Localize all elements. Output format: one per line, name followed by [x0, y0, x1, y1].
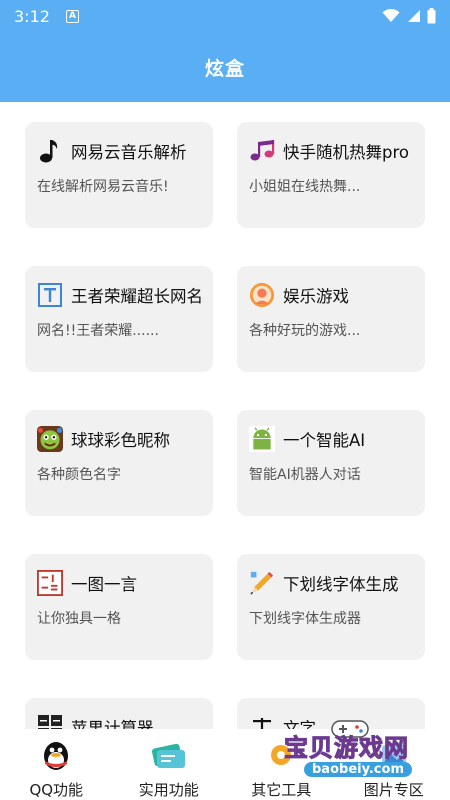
card-desc: 小姐姐在线热舞... — [249, 179, 361, 195]
text-icon — [249, 714, 275, 729]
card-title: 快手随机热舞pro — [283, 143, 409, 162]
status-badge: A — [65, 9, 79, 23]
status-icons — [382, 8, 436, 24]
card-desc: 智能AI机器人对话 — [249, 467, 361, 483]
card-title: 球球彩色昵称 — [71, 431, 170, 450]
tools-icon — [263, 739, 299, 771]
card-underline-font[interactable]: 下划线字体生成 下划线字体生成器 — [237, 554, 425, 660]
nav-label: 实用功能 — [138, 781, 199, 799]
battery-icon — [427, 8, 436, 24]
status-bar: 3:12 A — [0, 0, 450, 32]
nav-item-qq[interactable]: QQ功能 — [0, 729, 113, 800]
ball-monster-icon — [37, 426, 63, 452]
pencil-icon — [249, 570, 275, 596]
nav-label: QQ功能 — [29, 781, 84, 799]
card-title: 下划线字体生成 — [283, 575, 399, 594]
card-smart-ai[interactable]: 一个智能AI 智能AI机器人对话 — [237, 410, 425, 516]
card-desc: 各种颜色名字 — [37, 467, 121, 483]
card-netease-music[interactable]: 网易云音乐解析 在线解析网易云音乐! — [25, 122, 213, 228]
card-fun-games[interactable]: 娱乐游戏 各种好玩的游戏... — [237, 266, 425, 372]
calculator-icon — [37, 714, 63, 729]
card-desc: 各种好玩的游戏... — [249, 323, 361, 339]
signal-icon — [408, 10, 420, 22]
wifi-icon — [382, 9, 400, 22]
music-note-icon — [37, 138, 63, 164]
nav-item-utilities[interactable]: 实用功能 — [113, 729, 226, 800]
game-face-icon — [249, 282, 275, 308]
bottom-nav: QQ功能 实用功能 其它工具 图片专区 — [0, 729, 450, 800]
card-desc: 在线解析网易云音乐! — [37, 179, 169, 195]
card-title: 苹果计算器 — [71, 719, 154, 729]
card-apple-calculator[interactable]: 苹果计算器 — [25, 698, 213, 729]
card-wangzhe-name[interactable]: 王者荣耀超长网名 网名!!王者荣耀...... — [25, 266, 213, 372]
card-title: 一个智能AI — [283, 431, 366, 450]
nav-item-images[interactable]: 图片专区 — [338, 729, 450, 800]
nav-label: 图片专区 — [363, 781, 424, 799]
nav-item-other-tools[interactable]: 其它工具 — [225, 729, 338, 800]
card-desc: 让你独具一格 — [37, 611, 121, 627]
android-icon — [249, 426, 275, 452]
qq-penguin-icon — [38, 739, 74, 771]
app-bar: 炫盒 — [0, 32, 450, 102]
feature-grid: 网易云音乐解析 在线解析网易云音乐! 快手随机热舞pro 小姐姐在线热舞... … — [0, 102, 450, 729]
nav-label: 其它工具 — [251, 781, 312, 799]
image-icon — [376, 739, 412, 771]
card-desc: 网名!!王者荣耀...... — [37, 323, 159, 339]
card-text[interactable]: 文字 — [237, 698, 425, 729]
card-title: 网易云音乐解析 — [71, 143, 187, 162]
card-desc: 下划线字体生成器 — [249, 611, 361, 627]
card-title: 王者荣耀超长网名 — [71, 287, 201, 306]
seal-stamp-icon — [37, 570, 63, 596]
page-title: 炫盒 — [204, 57, 245, 80]
card-kuaishou-dance[interactable]: 快手随机热舞pro 小姐姐在线热舞... — [237, 122, 425, 228]
music-notes-icon — [249, 138, 275, 164]
card-one-image-one-word[interactable]: 一图一言 让你独具一格 — [25, 554, 213, 660]
text-t-icon — [37, 282, 63, 308]
card-title: 一图一言 — [71, 575, 137, 594]
card-title: 娱乐游戏 — [283, 287, 349, 306]
card-ball-nickname[interactable]: 球球彩色昵称 各种颜色名字 — [25, 410, 213, 516]
status-time: 3:12 — [14, 6, 50, 26]
card-title: 文字 — [283, 719, 316, 729]
tickets-icon — [151, 739, 187, 771]
